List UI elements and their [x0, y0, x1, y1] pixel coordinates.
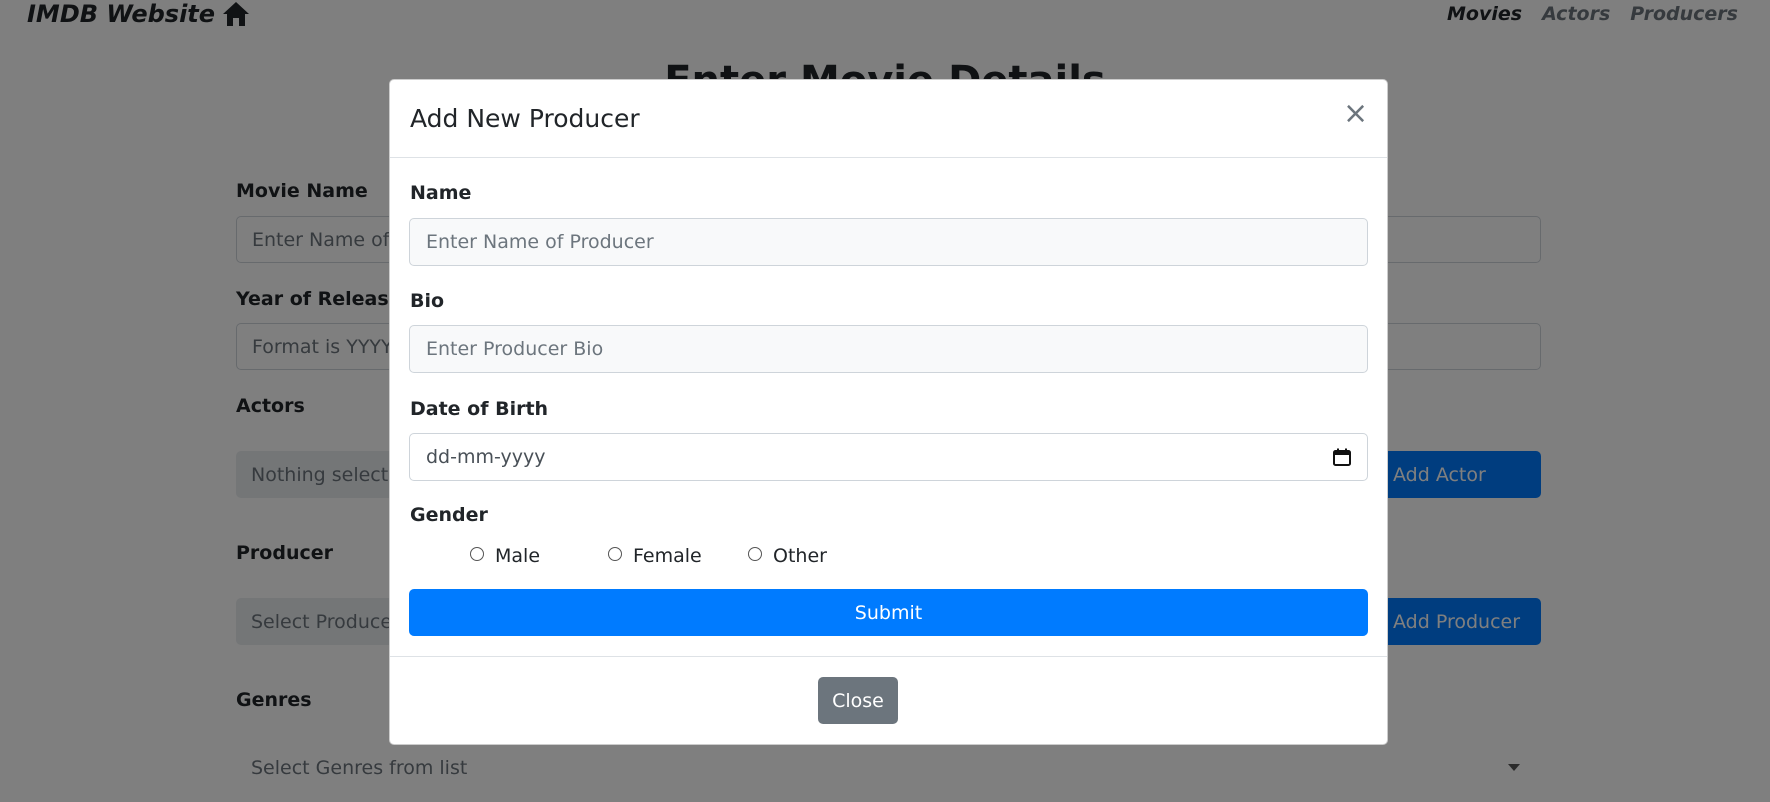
gender-option-male[interactable]: Male — [470, 545, 608, 567]
gender-radio-group: Male Female Other — [470, 545, 827, 567]
dob-label: Date of Birth — [410, 398, 549, 420]
dob-input[interactable]: dd-mm-yyyy — [409, 433, 1368, 481]
gender-female-label: Female — [633, 545, 702, 567]
radio-female[interactable] — [608, 547, 622, 561]
close-icon[interactable]: × — [1343, 99, 1368, 129]
bio-label: Bio — [410, 290, 445, 312]
gender-other-label: Other — [773, 545, 827, 567]
radio-male[interactable] — [470, 547, 484, 561]
modal-title: Add New Producer — [410, 104, 640, 133]
gender-male-label: Male — [495, 545, 541, 567]
page: IMDB Website Movies Actors Producers Ent… — [0, 0, 1770, 802]
gender-label: Gender — [410, 504, 488, 526]
producer-bio-input[interactable]: Enter Producer Bio — [409, 325, 1368, 373]
dob-placeholder: dd-mm-yyyy — [426, 446, 546, 468]
calendar-icon[interactable] — [1333, 448, 1351, 466]
modal-footer: Close — [390, 656, 1387, 746]
name-label: Name — [410, 182, 472, 204]
gender-option-female[interactable]: Female — [608, 545, 748, 567]
modal-header: Add New Producer × — [390, 80, 1387, 158]
add-producer-modal: Add New Producer × Name Enter Name of Pr… — [389, 79, 1388, 745]
submit-button[interactable]: Submit — [409, 589, 1368, 636]
radio-other[interactable] — [748, 547, 762, 561]
close-button[interactable]: Close — [818, 677, 898, 724]
producer-name-input[interactable]: Enter Name of Producer — [409, 218, 1368, 266]
gender-option-other[interactable]: Other — [748, 545, 827, 567]
